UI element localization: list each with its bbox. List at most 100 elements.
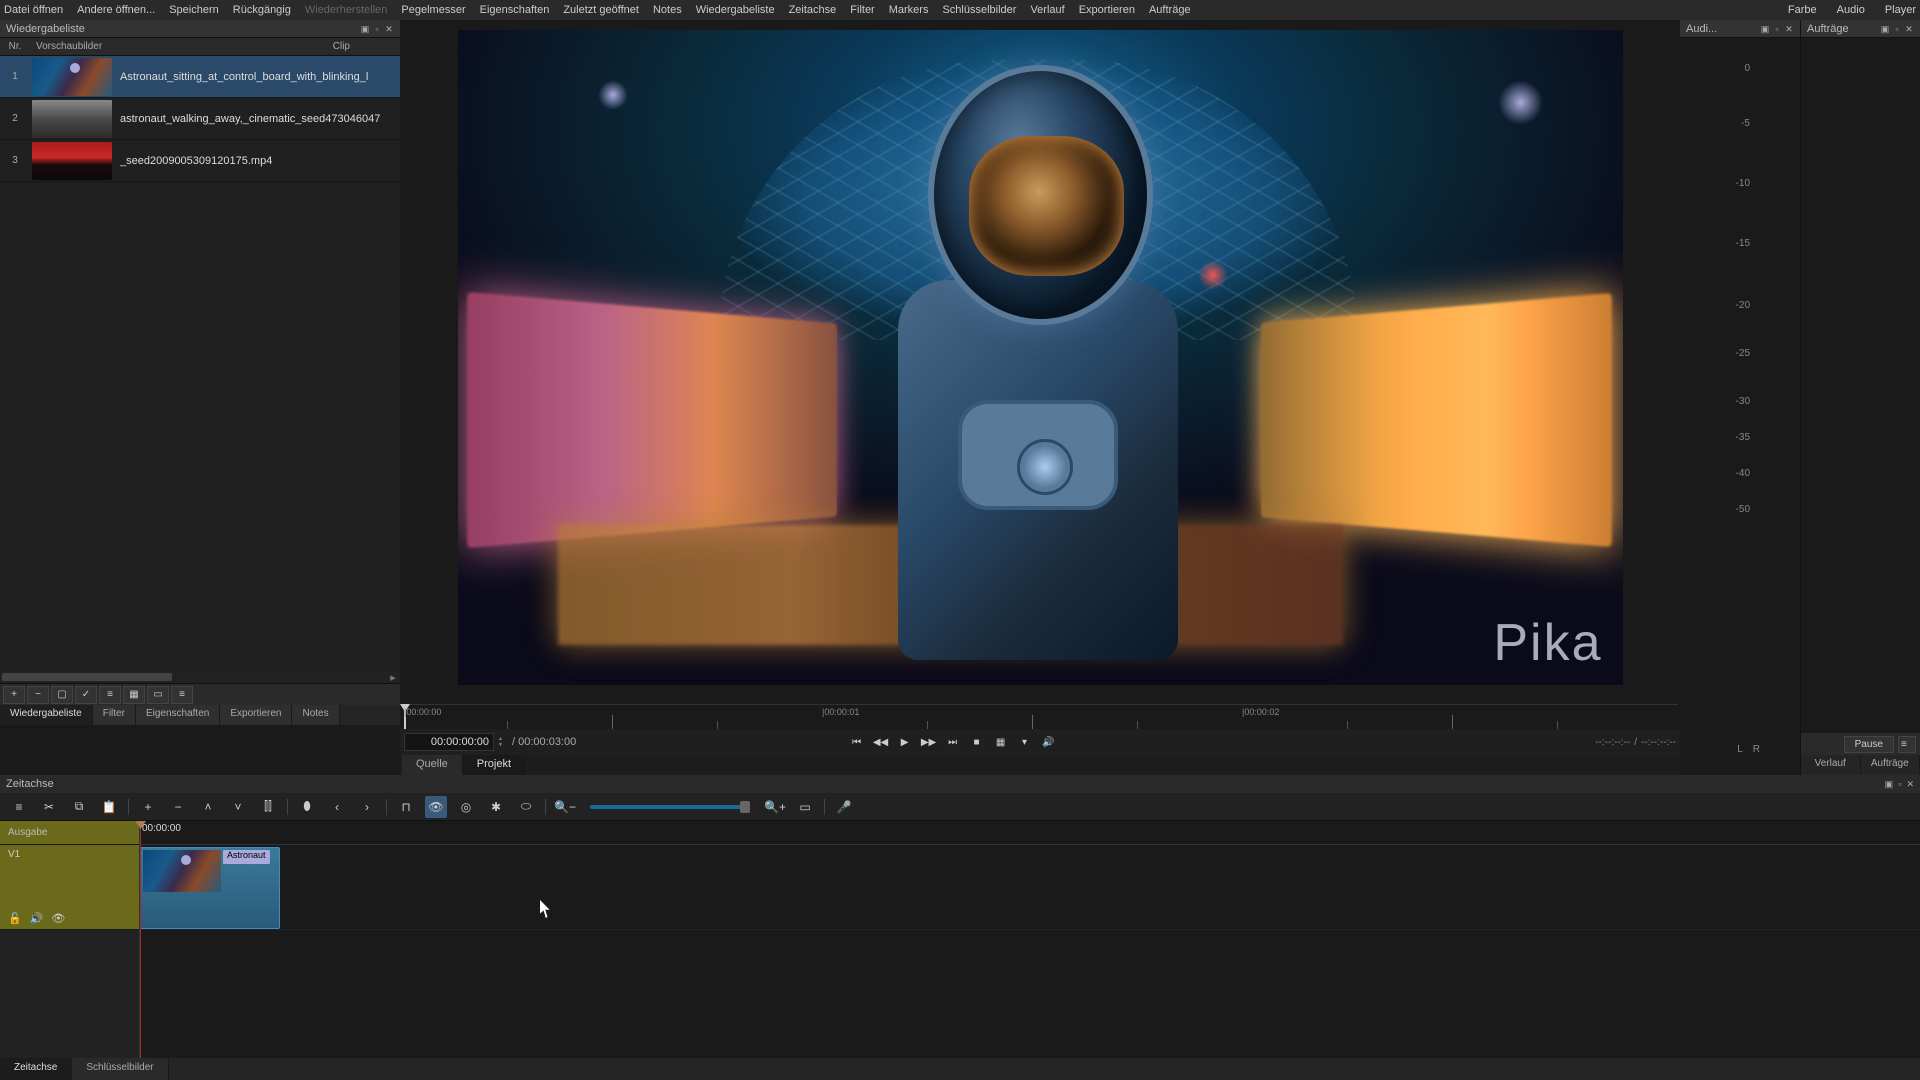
jobs-close-icon[interactable]: ✕ [1904, 24, 1914, 34]
track-row-v1[interactable]: Astronaut [140, 845, 1920, 930]
menu-history[interactable]: Verlauf [1030, 4, 1064, 16]
playlist-row[interactable]: 2 astronaut_walking_away,_cinematic_seed… [0, 98, 400, 140]
playlist-view-details-button[interactable]: ≡ [171, 686, 193, 704]
marker-tool[interactable]: ⬮ [296, 796, 318, 818]
split-tool[interactable]: ⫿⫿ [257, 796, 279, 818]
dropdown-button[interactable]: ▾ [1015, 733, 1035, 751]
remove-tool[interactable]: − [167, 796, 189, 818]
tab-properties[interactable]: Eigenschaften [136, 705, 220, 725]
menu-keyframes[interactable]: Schlüsselbilder [942, 4, 1016, 16]
zoom-out-tool[interactable]: 🔍− [554, 796, 576, 818]
pause-jobs-button[interactable]: Pause [1844, 736, 1894, 753]
track-header-output[interactable]: Ausgabe [0, 821, 139, 845]
playlist-remove-button[interactable]: − [27, 686, 49, 704]
preview-canvas[interactable]: Pika [458, 30, 1623, 685]
prev-marker-tool[interactable]: ‹ [326, 796, 348, 818]
audio-close-icon[interactable]: ✕ [1784, 24, 1794, 34]
ripple-markers-tool[interactable]: ⬭ [515, 796, 537, 818]
audio-popout-icon[interactable]: ▫ [1772, 24, 1782, 34]
playlist-view-tiles-button[interactable]: ▦ [123, 686, 145, 704]
menu-undo[interactable]: Rückgängig [233, 4, 291, 16]
jobs-dock-icon[interactable]: ▣ [1880, 24, 1890, 34]
append-tool[interactable]: + [137, 796, 159, 818]
copy-tool[interactable]: ⧉ [68, 796, 90, 818]
skip-start-button[interactable]: ⏮ [847, 733, 867, 751]
track-area[interactable]: 00:00:00 Astronaut [140, 821, 1920, 1058]
snap-tool[interactable]: ⊓ [395, 796, 417, 818]
menu-audio[interactable]: Audio [1837, 4, 1865, 16]
menu-other-open[interactable]: Andere öffnen... [77, 4, 155, 16]
menu-filter[interactable]: Filter [850, 4, 874, 16]
zoom-slider-thumb[interactable] [740, 801, 750, 813]
playlist-scrollbar[interactable]: ▸ [0, 671, 400, 683]
preview-ruler[interactable]: |00:00:00 |00:00:01 |00:00:02 [402, 704, 1678, 729]
tab-export[interactable]: Exportieren [220, 705, 292, 725]
track-mute-icon[interactable]: 🔊 [30, 912, 44, 925]
tab-history[interactable]: Verlauf [1801, 755, 1861, 775]
lift-tool[interactable]: ˄ [197, 796, 219, 818]
menu-timeline[interactable]: Zeitachse [789, 4, 837, 16]
stop-button[interactable]: ■ [967, 733, 987, 751]
menu-jobs[interactable]: Aufträge [1149, 4, 1191, 16]
volume-button[interactable]: 🔊 [1039, 733, 1059, 751]
tab-project[interactable]: Projekt [463, 755, 526, 775]
timeline-clip[interactable]: Astronaut [140, 847, 280, 929]
next-marker-tool[interactable]: › [356, 796, 378, 818]
tab-notes[interactable]: Notes [292, 705, 339, 725]
timeline-playhead[interactable] [140, 821, 141, 1058]
menu-export[interactable]: Exportieren [1079, 4, 1135, 16]
col-header-nr[interactable]: Nr. [0, 41, 30, 52]
menu-redo[interactable]: Wiederherstellen [305, 4, 388, 16]
playlist-confirm-button[interactable]: ✓ [75, 686, 97, 704]
overwrite-tool[interactable]: ˅ [227, 796, 249, 818]
playlist-view-list-button[interactable]: ≡ [99, 686, 121, 704]
menu-file-open[interactable]: Datei öffnen [4, 4, 63, 16]
play-button[interactable]: ▶ [895, 733, 915, 751]
track-hide-icon[interactable]: 👁 [51, 912, 65, 925]
track-header-v1[interactable]: V1 🔓 🔊 👁 [0, 845, 139, 930]
fastfwd-button[interactable]: ▶▶ [919, 733, 939, 751]
menu-recent[interactable]: Zuletzt geöffnet [563, 4, 639, 16]
timeline-close-icon[interactable]: ✕ [1906, 779, 1914, 789]
playlist-view-icons-button[interactable]: ▭ [147, 686, 169, 704]
jobs-menu-button[interactable]: ≡ [1898, 736, 1916, 753]
playlist-update-button[interactable]: ▢ [51, 686, 73, 704]
paste-tool[interactable]: 📋 [98, 796, 120, 818]
time-spinner[interactable]: ▲▼ [498, 736, 508, 748]
zoom-fit-tool[interactable]: ▭ [794, 796, 816, 818]
playlist-close-icon[interactable]: ✕ [384, 24, 394, 34]
scrollbar-thumb[interactable] [2, 673, 172, 681]
jobs-popout-icon[interactable]: ▫ [1892, 24, 1902, 34]
tab-source[interactable]: Quelle [402, 755, 463, 775]
menu-notes[interactable]: Notes [653, 4, 682, 16]
audio-dock-icon[interactable]: ▣ [1760, 24, 1770, 34]
rewind-button[interactable]: ◀◀ [871, 733, 891, 751]
menu-player[interactable]: Player [1885, 4, 1916, 16]
menu-color[interactable]: Farbe [1788, 4, 1817, 16]
scrollbar-arrow-right[interactable]: ▸ [386, 671, 400, 684]
zoom-slider[interactable] [590, 805, 750, 809]
cut-tool[interactable]: ✂ [38, 796, 60, 818]
playlist-row[interactable]: 1 Astronaut_sitting_at_control_board_wit… [0, 56, 400, 98]
menu-properties[interactable]: Eigenschaften [480, 4, 550, 16]
tab-timeline[interactable]: Zeitachse [0, 1058, 72, 1080]
scrub-tool[interactable]: 👁 [425, 796, 447, 818]
menu-playlist[interactable]: Wiedergabeliste [696, 4, 775, 16]
tab-filter[interactable]: Filter [93, 705, 136, 725]
timeline-menu-button[interactable]: ≡ [8, 796, 30, 818]
playlist-dock-icon[interactable]: ▣ [360, 24, 370, 34]
playlist-add-button[interactable]: + [3, 686, 25, 704]
playlist-popout-icon[interactable]: ▫ [372, 24, 382, 34]
menu-markers[interactable]: Markers [889, 4, 929, 16]
track-lock-icon[interactable]: 🔓 [8, 912, 22, 925]
record-tool[interactable]: 🎤 [833, 796, 855, 818]
ripple-tool[interactable]: ◎ [455, 796, 477, 818]
timeline-popout-icon[interactable]: ▫ [1898, 779, 1901, 789]
timeline-dock-icon[interactable]: ▣ [1885, 779, 1894, 789]
tab-jobs[interactable]: Aufträge [1861, 755, 1920, 775]
ripple-all-tool[interactable]: ✱ [485, 796, 507, 818]
tab-playlist[interactable]: Wiedergabeliste [0, 705, 93, 725]
time-current-display[interactable]: 00:00:00:00 [404, 733, 494, 751]
skip-end-button[interactable]: ⏭ [943, 733, 963, 751]
col-header-thumb[interactable]: Vorschaubilder [30, 41, 110, 52]
